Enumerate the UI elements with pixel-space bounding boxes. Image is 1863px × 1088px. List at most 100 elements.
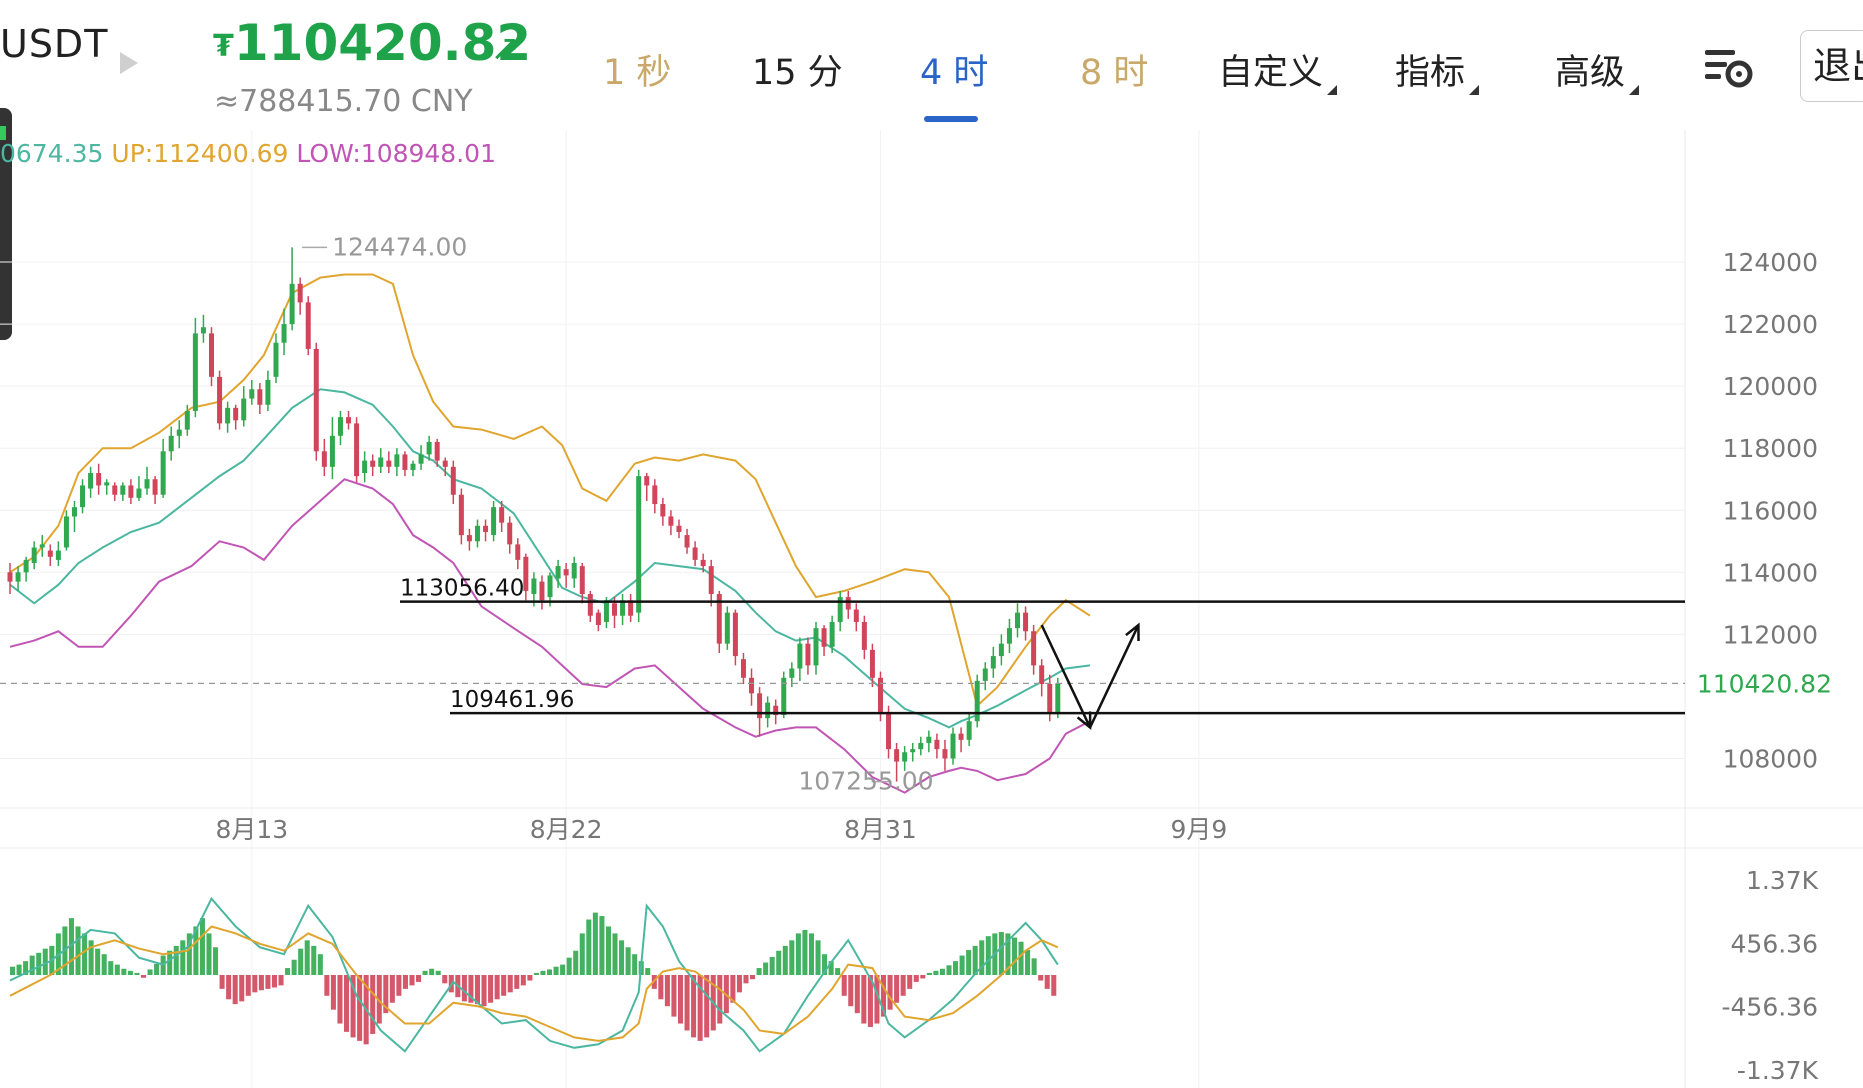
candle-body [708,566,714,595]
macd-bar [121,968,127,975]
candle-body [112,485,118,495]
macd-bar [802,929,808,975]
price-levels: 113056.40 109461.96 124474.00 107255.00 1104… [0,232,1832,796]
macd-bar [887,975,893,1010]
macd-bar [592,912,598,975]
macd-bar [114,964,120,975]
macd-bar [612,933,618,975]
candle-body [757,693,763,719]
candle-body [39,544,45,548]
macd-bar [108,961,114,975]
candle-body [507,522,513,545]
resistance-label: 113056.40 [400,576,524,602]
candle-body [749,677,755,694]
candle-body [23,559,29,573]
macd-bar [815,940,821,975]
candle-body [337,417,343,436]
candle-body [676,525,682,532]
macd-bar [16,964,22,975]
macd-bar [546,969,553,975]
candle-body [80,485,86,508]
macd-bar [632,954,638,975]
candle-body [362,460,368,474]
candle-body [346,417,352,424]
candle-body [861,621,867,650]
candle-body [845,597,851,610]
candle-body [474,525,480,542]
macd-bar [677,975,684,1024]
candle-body [273,342,279,377]
candle-body [63,516,69,548]
macd-bar [894,975,900,1003]
macd-bar [501,975,507,996]
candle-body [289,283,295,325]
candle-body [1055,683,1061,712]
macd-bar [82,933,88,975]
macd-bar [566,957,572,975]
macd-bar [756,968,762,975]
macd-bar [226,975,232,1000]
candle-body [386,460,392,467]
macd-bar [619,940,625,975]
macd-bar [75,926,81,975]
candle-body [821,628,827,647]
price-chart[interactable]: 113056.40 109461.96 124474.00 107255.00 1104… [0,0,1863,1088]
macd-bar [258,975,264,991]
macd-bar [985,936,991,975]
macd-bar [435,970,441,975]
macd-bar [520,975,526,986]
candle-body [886,711,892,750]
macd-bar [920,975,926,979]
candle-body [233,407,239,421]
macd-bar [481,975,487,1007]
candle-body [926,736,932,743]
macd-bar [953,961,959,975]
macd-bar [835,968,841,975]
macd-bar [285,968,291,975]
candle-body [797,643,803,669]
macd-bar [389,975,395,1003]
time-tick-label: 8月13 [215,815,288,844]
macd-bar [553,966,559,975]
macd-bar [573,950,579,975]
candle-body [442,460,448,467]
candle-body [958,733,964,740]
candle-body [644,476,650,486]
macd-bar [494,975,500,1000]
low-label: 107255.00 [798,767,933,796]
macd-bar [841,975,847,996]
macd-bar [789,940,795,975]
candle-body [539,581,545,601]
macd-bar [907,975,913,989]
candle-body [974,680,980,722]
macd-bar [926,972,932,975]
candle-body [466,535,472,542]
candle-body [128,485,134,498]
candle-body [894,749,900,762]
candle-body [998,643,1004,657]
candle-body [660,504,666,517]
macd-bar [743,975,749,984]
candle-body [603,600,609,622]
candle-body [257,389,263,405]
candle-body [7,572,13,582]
macd-bar [317,954,323,975]
macd-bar [736,975,742,993]
macd-bar [625,947,631,975]
candle-body [329,435,335,467]
macd-bar [664,975,670,1007]
macd-bar [173,945,179,975]
price-tick-label: 108000 [1723,744,1818,773]
macd-bar [245,975,251,996]
macd-bar [527,975,533,981]
macd-bar [461,975,467,1002]
current-price-tag: 110420.82 [1697,669,1832,698]
candle-body [934,739,940,750]
macd-bar [357,975,363,1041]
macd-bar [324,975,330,996]
candle-body [192,333,198,411]
candle-body [805,643,811,666]
macd-bar [998,932,1004,975]
candle-body [765,702,771,719]
macd-bar [396,975,402,996]
